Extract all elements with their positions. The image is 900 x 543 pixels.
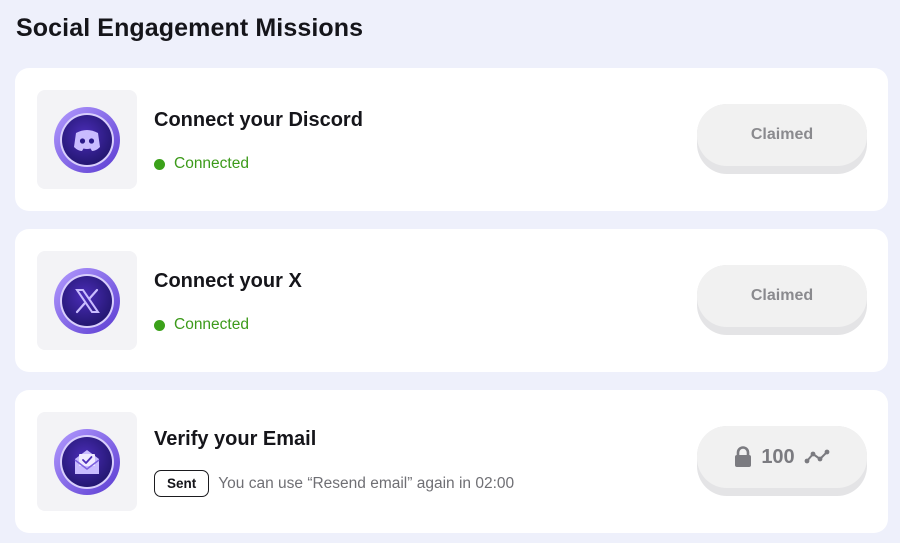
status-connected: Connected (154, 316, 249, 334)
email-status-row: Sent You can use “Resend email” again in… (154, 470, 514, 497)
x-icon (54, 267, 120, 334)
claim-reward-button[interactable]: 100 (697, 426, 867, 496)
resend-countdown-note: You can use “Resend email” again in 02:0… (218, 474, 515, 492)
claimed-button[interactable]: Claimed (697, 265, 867, 335)
status-label: Connected (174, 155, 249, 172)
mission-icon-tile (37, 90, 137, 189)
claimed-button[interactable]: Claimed (697, 104, 867, 174)
mission-icon-tile (37, 412, 137, 511)
mission-title: Connect your Discord (154, 109, 363, 131)
mission-card-x: Connect your X Connected Claimed (15, 229, 888, 372)
points-icon (804, 449, 830, 464)
mission-title: Verify your Email (154, 428, 317, 450)
reward-value: 100 (761, 445, 795, 468)
status-label: Connected (174, 316, 249, 333)
discord-icon (54, 106, 120, 173)
claimed-button-label: Claimed (697, 104, 867, 166)
email-icon (54, 428, 120, 495)
mission-card-discord: Connect your Discord Connected Claimed (15, 68, 888, 211)
claimed-button-label: Claimed (697, 265, 867, 327)
mission-title: Connect your X (154, 270, 302, 292)
reward: 100 (734, 445, 830, 469)
mission-card-email: Verify your Email Sent You can use “Rese… (15, 390, 888, 533)
lock-icon (735, 446, 752, 467)
status-connected: Connected (154, 155, 249, 173)
claim-reward-button-face: 100 (697, 426, 867, 488)
status-dot-icon (154, 158, 165, 170)
status-dot-icon (154, 319, 165, 331)
sent-badge: Sent (154, 470, 210, 497)
page-title: Social Engagement Missions (16, 14, 364, 42)
mission-icon-tile (37, 251, 137, 350)
